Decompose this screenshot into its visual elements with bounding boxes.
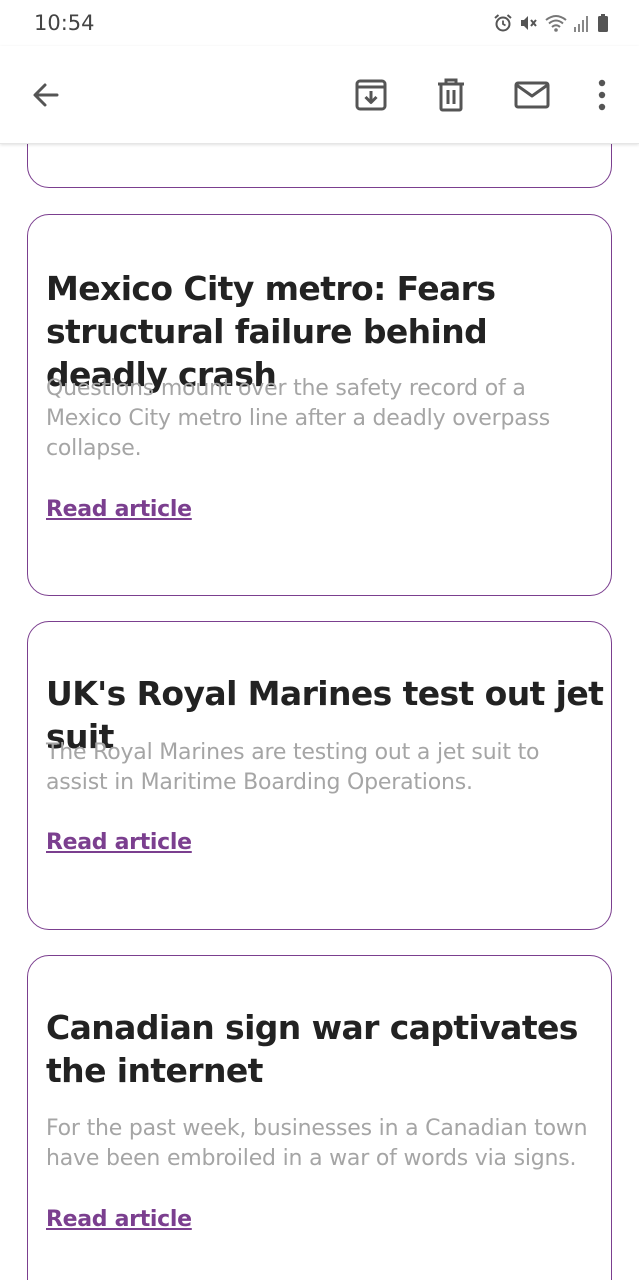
alarm-icon	[493, 13, 513, 33]
article-title: Canadian sign war captivates the interne…	[46, 1008, 578, 1090]
archive-button[interactable]	[347, 46, 395, 144]
message-body[interactable]: Mexico City metro: Fears structural fail…	[0, 144, 639, 1280]
read-article-link[interactable]: Read article	[46, 497, 192, 522]
mail-button[interactable]	[508, 46, 556, 144]
delete-icon	[438, 78, 464, 112]
article-card: UK's Royal Marines test out jet suit The…	[27, 621, 612, 930]
status-icons	[493, 12, 609, 34]
read-article-link[interactable]: Read article	[46, 1207, 192, 1232]
article-description: For the past week, businesses in a Canad…	[46, 1116, 588, 1171]
status-time: 10:54	[34, 11, 95, 35]
mail-icon	[514, 81, 550, 109]
article-card: Mexico City metro: Fears structural fail…	[27, 214, 612, 596]
article-description: The Royal Marines are testing out a jet …	[46, 740, 540, 795]
article-card-partial	[27, 144, 612, 188]
status-bar: 10:54	[0, 0, 639, 46]
more-options-button[interactable]	[578, 46, 626, 144]
wifi-icon	[545, 13, 567, 33]
article-description: Questions mount over the safety record o…	[46, 376, 551, 461]
back-button[interactable]	[22, 46, 70, 144]
more-vert-icon	[598, 79, 606, 111]
mute-icon	[519, 13, 539, 33]
article-card: Canadian sign war captivates the interne…	[27, 955, 612, 1280]
archive-icon	[355, 79, 387, 111]
signal-icon	[573, 13, 591, 33]
battery-icon	[597, 13, 609, 33]
toolbar	[0, 46, 639, 144]
arrow-back-icon	[33, 83, 59, 107]
delete-button[interactable]	[427, 46, 475, 144]
read-article-link[interactable]: Read article	[46, 830, 192, 855]
